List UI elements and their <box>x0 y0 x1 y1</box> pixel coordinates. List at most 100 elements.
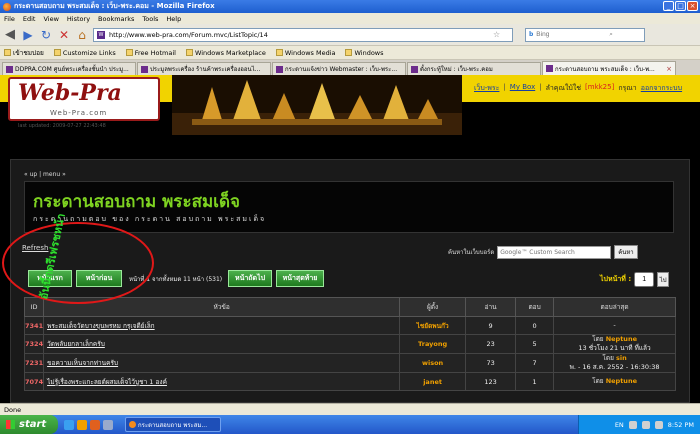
login-prefix: ลำคุณใบ้ใช่ <box>545 84 582 92</box>
firefox-icon <box>3 2 11 11</box>
bookmark-star-icon[interactable]: ☆ <box>493 30 500 39</box>
last-page-button[interactable]: หน้าสุดท้าย <box>276 270 324 287</box>
browser-tab-active[interactable]: กระดานสอบถาม พระสมเด็จ : เว็บ-พ... × <box>542 61 676 75</box>
mybox-link[interactable]: My Box <box>510 83 535 94</box>
topic-replies: 5 <box>515 333 555 355</box>
topic-author[interactable]: janet <box>399 372 467 392</box>
topic-author[interactable]: wison <box>399 353 467 374</box>
forward-arrow-icon[interactable]: ▶ <box>21 28 35 42</box>
breadcrumb-menu[interactable]: menu » <box>43 171 66 178</box>
start-button[interactable]: start <box>0 415 58 434</box>
goto-page-input[interactable] <box>634 272 655 287</box>
quick-launch <box>64 419 113 430</box>
firefox-quick-icon[interactable] <box>90 419 100 430</box>
bookmark-icon <box>275 49 283 56</box>
menu-history[interactable]: History <box>67 15 90 23</box>
bookmark-icon <box>4 49 11 56</box>
menu-tools[interactable]: Tools <box>142 15 158 23</box>
bookmark-item[interactable]: Free Hotmail <box>125 49 176 57</box>
menu-view[interactable]: View <box>43 15 58 23</box>
menu-bookmarks[interactable]: Bookmarks <box>98 15 134 23</box>
username[interactable]: [mkk25] <box>585 83 614 94</box>
topic-link[interactable]: ขอความเห็นจากท่านครับ <box>43 353 401 374</box>
tab-favicon-icon <box>141 65 148 73</box>
search-icon[interactable]: ⌕ <box>609 30 613 39</box>
menu-edit[interactable]: Edit <box>23 15 36 23</box>
browser-tab[interactable]: กระดานแจ้งข่าว Webmaster : เว็บ-พระ... <box>272 62 406 75</box>
language-indicator[interactable]: EN <box>615 421 624 429</box>
table-row[interactable]: 7074 ไม่รู้เรื่องพระแกะลยต์ผสมเด็จไว้บูช… <box>23 372 676 392</box>
site-favicon-icon: W <box>97 30 105 39</box>
window-title: กระดานสอบถาม พระสมเด็จ : เว็บ-พระ.คอม - … <box>14 2 215 10</box>
home-icon[interactable]: ⌂ <box>75 28 89 42</box>
desktop-icon[interactable] <box>103 419 113 430</box>
reload-icon[interactable]: ↻ <box>39 28 53 42</box>
tab-favicon-icon <box>411 65 418 73</box>
topic-id: 7074 <box>23 372 45 392</box>
bookmark-item[interactable]: เข้าชมบ่อย <box>4 48 44 58</box>
topic-replies: 1 <box>515 372 555 392</box>
bookmark-item[interactable]: Customize Links <box>53 49 116 57</box>
search-bar[interactable]: b ⌕ <box>525 27 645 42</box>
menu-file[interactable]: File <box>4 15 15 23</box>
topic-author[interactable]: ไชยัดพนก๊ว <box>399 316 467 335</box>
site-logo[interactable]: Web-Pra Web-Pra.com <box>8 77 160 121</box>
topic-author[interactable]: Trayong <box>399 333 467 355</box>
url-input[interactable] <box>109 30 489 39</box>
logout-link[interactable]: ออกจากระบบ <box>641 83 682 94</box>
tab-close-icon[interactable]: × <box>666 65 672 73</box>
media-icon[interactable] <box>77 419 87 430</box>
table-row[interactable]: 7231 ขอความเห็นจากท่านครับ wison 73 7 โด… <box>23 353 676 374</box>
next-page-button[interactable]: หน้าถัดไป <box>228 270 272 287</box>
topic-link[interactable]: พระสมเด็จวัดบางขุนพรหม กรุเจดีย์เล็ก <box>43 316 401 335</box>
breadcrumb: « up | menu » <box>24 171 66 178</box>
col-author[interactable]: ผู้ตั้ง <box>399 297 467 317</box>
topic-reads: 23 <box>465 333 517 355</box>
col-replies[interactable]: ตอบ <box>515 297 555 317</box>
home-link[interactable]: เว็บ-พระ <box>474 83 499 94</box>
tray-icon[interactable] <box>628 420 637 429</box>
url-bar[interactable]: W ☆ <box>93 27 513 42</box>
tray-icon[interactable] <box>641 420 650 429</box>
bookmark-item[interactable]: Windows <box>345 49 384 57</box>
topic-id: 7231 <box>23 353 45 374</box>
window-controls: _ □ × <box>663 1 698 11</box>
annotation-circle <box>2 222 154 304</box>
topic-last-reply: - <box>553 316 676 335</box>
clock: 8:52 PM <box>667 420 694 429</box>
browser-tab[interactable]: ตั้งกระทู้ใหม่ : เว็บ-พระ.คอม <box>407 62 541 75</box>
maximize-button[interactable]: □ <box>675 1 686 11</box>
ie-icon[interactable] <box>64 419 74 430</box>
bookmark-icon <box>185 49 193 56</box>
browser-tab[interactable]: ประมูลพระเครื่อง ร้านค้าพระเครื่องออนไ..… <box>137 62 271 75</box>
breadcrumb-up[interactable]: « up <box>24 171 37 178</box>
search-input[interactable] <box>536 31 607 38</box>
minimize-button[interactable]: _ <box>663 1 674 11</box>
site-search-button[interactable]: ค้นหา <box>614 245 638 259</box>
col-reads[interactable]: อ่าน <box>465 297 517 317</box>
table-row[interactable]: 7341 พระสมเด็จวัดบางขุนพรหม กรุเจดีย์เล็… <box>23 316 676 335</box>
site-search-input[interactable] <box>497 245 612 259</box>
topic-link[interactable]: วัดพลับยกลาเล็กครับ <box>43 333 401 355</box>
col-id[interactable]: ID <box>23 297 45 317</box>
menu-help[interactable]: Help <box>166 15 181 23</box>
col-last[interactable]: ตอบล่าสุด <box>553 297 676 317</box>
bing-icon[interactable]: b <box>529 31 533 38</box>
taskbar-window-item[interactable]: กระดานสอบถาม พระสม... <box>125 417 221 432</box>
bookmark-icon <box>125 49 133 56</box>
bookmark-icon <box>345 49 353 56</box>
stop-icon[interactable]: ✕ <box>57 28 71 42</box>
bookmark-item[interactable]: Windows Media <box>275 49 335 57</box>
goto-page-button[interactable]: ไป <box>657 272 670 287</box>
bookmarks-toolbar: เข้าชมบ่อย Customize Links Free Hotmail … <box>0 46 700 60</box>
last-updated-text: last updated: 2009-07-27 22:43:48 <box>18 123 106 129</box>
navigation-toolbar: ◀ ▶ ↻ ✕ ⌂ W ☆ b ⌕ <box>0 24 700 46</box>
forum-header: กระดานสอบถาม พระสมเด็จ กระดานถามตอบ ของ … <box>24 181 674 233</box>
browser-tab[interactable]: DDPRA.COM ศูนย์พระเครื่องชั้นนำ ประมู... <box>2 62 136 75</box>
table-row[interactable]: 7324 วัดพลับยกลาเล็กครับ Trayong 23 5 โด… <box>23 333 676 355</box>
close-button[interactable]: × <box>687 1 698 11</box>
volume-icon[interactable] <box>654 420 663 429</box>
bookmark-item[interactable]: Windows Marketplace <box>185 49 266 57</box>
back-arrow-icon[interactable]: ◀ <box>3 27 17 42</box>
topic-link[interactable]: ไม่รู้เรื่องพระแกะลยต์ผสมเด็จไว้บูชา 1 อ… <box>43 372 401 392</box>
